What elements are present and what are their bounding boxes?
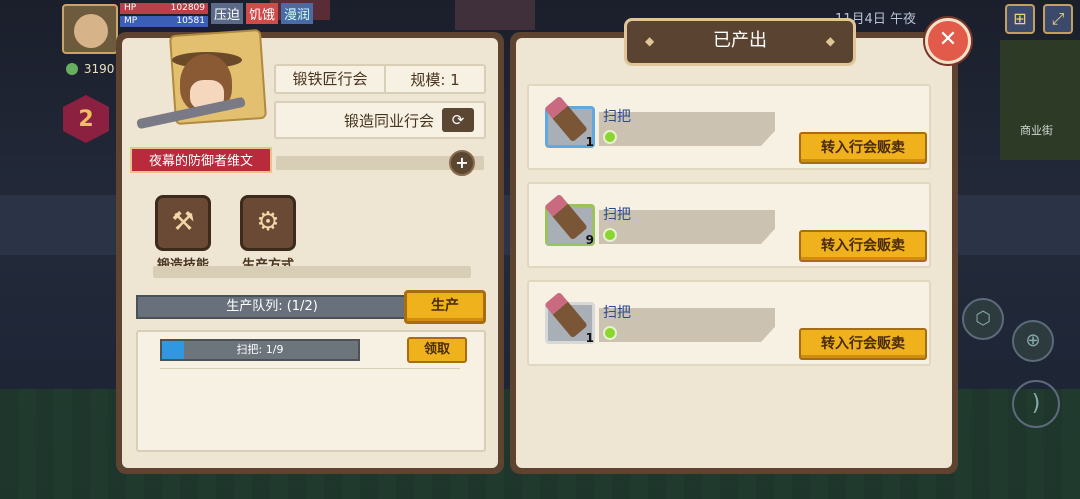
item-slot[interactable]: 9 (544, 193, 595, 247)
lightbulb-icon[interactable]: ⬡ (962, 298, 1004, 340)
location-label: 商业街 (1020, 124, 1053, 137)
item-name: 扫把 (603, 207, 631, 223)
item-slot[interactable]: 1 (544, 291, 595, 345)
forge-skill-button[interactable]: ⚒ (155, 195, 211, 251)
quality-dot-icon (603, 326, 617, 340)
player-stats: HP 102809 MP 10581 (120, 3, 208, 29)
level-value: 2 (78, 106, 94, 132)
status-tag[interactable]: 漫润 (281, 3, 314, 24)
building (1000, 40, 1080, 160)
association-info: 锻造同业行会 ⟳ (274, 101, 486, 139)
guild-name: 锻铁匠行会 (276, 66, 386, 92)
close-icon: ✕ (938, 27, 958, 52)
map-icon[interactable]: ⊞ (1005, 4, 1035, 34)
status-effects: 压迫 饥饿 漫润 (211, 3, 314, 24)
produce-button[interactable]: 生产 (404, 290, 486, 324)
building (455, 0, 535, 30)
status-tag[interactable]: 饥饿 (246, 3, 279, 24)
mp-bar: MP 10581 (120, 16, 208, 27)
job-progress-bar: 扫把: 1/9 (160, 339, 360, 361)
output-panel-title: 已产出 (624, 18, 856, 66)
item-slot[interactable]: 1 (544, 95, 595, 149)
anvil-icon: ⚒ (171, 207, 195, 237)
production-method-button[interactable]: ⚙ (240, 195, 296, 251)
item-name: 扫把 (603, 305, 631, 321)
player-avatar[interactable] (62, 4, 118, 54)
currency-display: 3190 (66, 62, 114, 76)
refresh-button[interactable]: ⟳ (442, 108, 474, 132)
expand-icon[interactable]: ⤢ (1043, 4, 1073, 34)
transfer-to-guild-sale-button[interactable]: 转入行会贩卖 (799, 328, 927, 360)
quality-dot-icon (603, 228, 617, 242)
output-item-card: 1 扫把 转入行会贩卖 (527, 84, 931, 170)
association-name: 锻造同业行会 (343, 111, 434, 130)
mp-value: 10581 (176, 16, 205, 26)
section-divider (153, 266, 471, 278)
refresh-icon: ⟳ (451, 111, 465, 129)
output-item-card: 1 扫把 转入行会贩卖 (527, 280, 931, 366)
clock-time: 午夜 (889, 12, 916, 27)
mp-label: MP (124, 16, 138, 26)
output-item-card: 9 扫把 转入行会贩卖 (527, 182, 931, 268)
broom-icon (544, 95, 588, 143)
job-progress-fill (162, 341, 184, 359)
transfer-to-guild-sale-button[interactable]: 转入行会贩卖 (799, 230, 927, 262)
transfer-to-guild-sale-button[interactable]: 转入行会贩卖 (799, 132, 927, 164)
item-quantity: 1 (585, 135, 594, 149)
broom-icon (544, 291, 588, 339)
add-button[interactable]: + (449, 150, 475, 176)
broom-icon (544, 193, 588, 241)
list-divider (160, 368, 460, 369)
item-quantity: 1 (585, 331, 594, 345)
hp-value: 102809 (170, 3, 205, 13)
claim-button[interactable]: 领取 (407, 337, 467, 363)
plus-icon: + (455, 153, 469, 172)
item-name: 扫把 (603, 109, 631, 125)
status-tag[interactable]: 压迫 (211, 3, 244, 24)
character-name-banner: 夜幕的防御者维文 (130, 147, 272, 173)
bow-icon[interactable]: ) (1012, 380, 1060, 428)
item-quantity: 9 (585, 233, 594, 247)
currency-value: 3190 (83, 62, 115, 76)
close-button[interactable]: ✕ (925, 18, 971, 64)
compass-icon[interactable]: ⊕ (1012, 320, 1054, 362)
coin-icon (66, 63, 78, 75)
hp-label: HP (124, 3, 137, 13)
hp-bar: HP 102809 (120, 3, 208, 14)
job-progress-text: 扫把: 1/9 (236, 343, 284, 356)
guild-info: 锻铁匠行会 规模: 1 (274, 64, 486, 94)
robot-arm-icon: ⚙ (256, 207, 280, 237)
quality-dot-icon (603, 130, 617, 144)
production-queue-header: 生产队列: (1/2) (136, 295, 408, 319)
guild-scale: 规模: 1 (410, 70, 460, 89)
